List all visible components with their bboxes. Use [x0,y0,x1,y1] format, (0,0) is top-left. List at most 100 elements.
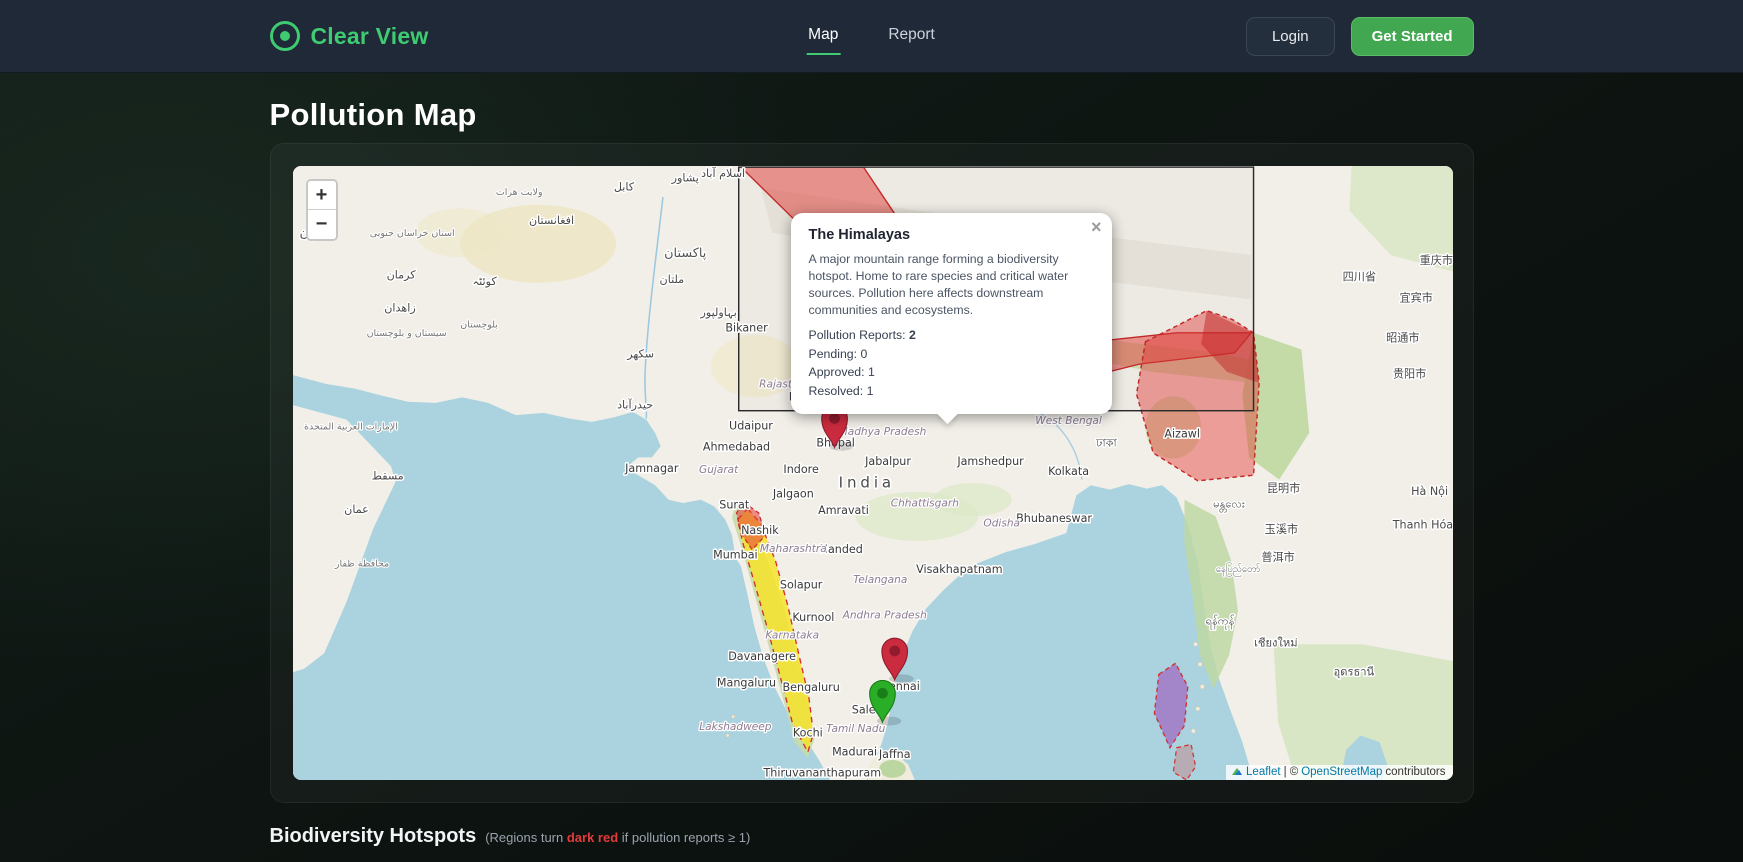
map-label: حیدرآباد [617,397,653,411]
map-label: 普洱市 [1261,550,1294,564]
map-label: Telangana [853,574,907,586]
attribution-suffix: contributors [1385,766,1445,778]
map-label: Kolkata [1048,465,1089,478]
map-label: کابل [613,180,634,193]
map-label: Jamnagar [624,462,679,475]
map-label: ရန်ကုန် [1205,614,1234,629]
map-label: Nashik [741,524,779,537]
zoom-control: + − [306,179,338,241]
map-label: ملتان [659,273,684,286]
brand[interactable]: Clear View [270,21,429,51]
map-label: 宜宾市 [1399,291,1432,305]
map-label: پشاور [670,172,698,185]
map-label: Thanh Hóa [1391,519,1452,532]
map-label: سیستان و بلوچستان [366,328,446,339]
map-label: زاهدان [384,302,415,315]
main-nav: Map Report [806,17,937,55]
map-label: کرمان [386,268,416,281]
map-label: ঢাকা [1095,436,1117,449]
map-label: Karnataka [765,630,819,642]
map-label: Odisha [983,517,1020,529]
map-label: Chhattisgarh [890,497,958,509]
map-label: بلوچستان [460,319,498,330]
map-label: پاکستان [664,246,707,261]
hotspots-section-title: Biodiversity Hotspots [270,825,477,848]
nav-actions: Login Get Started [1246,17,1474,56]
map-popup: × The Himalayas A major mountain range f… [791,213,1112,414]
map-label: 昭通市 [1386,331,1419,345]
osm-link[interactable]: OpenStreetMap [1301,766,1382,778]
map-label: နေပြည်တော် [1215,563,1260,576]
leaflet-logo-icon [1231,768,1243,776]
map-attribution: Leaflet | © OpenStreetMap contributors [1226,765,1452,780]
leaflet-map[interactable]: BikanerKotaUdaipurAhmedabadJamnagarSurat… [293,166,1453,780]
popup-title: The Himalayas [809,227,1094,243]
map-label: اسلام آباد [701,166,745,180]
map-label: 昆明市 [1266,481,1299,495]
map-label: Gujarat [699,464,739,476]
map-label: Jamshedpur [956,455,1024,468]
brand-logo-icon [270,21,300,51]
map-label: Madurai [832,746,877,759]
map-label: อุดรธานี [1333,665,1374,678]
map-label: عمان [344,503,369,516]
attribution-separator: | © [1284,766,1299,778]
popup-close-button[interactable]: × [1091,218,1102,236]
zoom-in-button[interactable]: + [308,181,336,210]
map-label: Jabalpur [864,455,911,468]
map-label: 四川省 [1342,271,1375,284]
map-label: Bengaluru [782,681,839,694]
map-label: Davanagere [728,650,796,663]
map-label: افغانستان [528,214,573,227]
map-label: مسقط [371,470,403,483]
map-label: Solapur [779,579,822,592]
map-label: Lakshadweep [699,721,772,733]
map-label: Jaffna [877,748,910,761]
map-label: India [838,473,894,491]
map-label: Thiruvananthapuram [762,767,881,780]
page-title: Pollution Map [270,97,1474,133]
nav-link-map[interactable]: Map [806,17,840,55]
map-label: Mangaluru [716,677,775,690]
popup-description: A major mountain range forming a biodive… [809,251,1094,319]
map-label: 玉溪市 [1264,522,1297,536]
map-label: မန္တလေး [1213,497,1245,512]
map-label: เชียงใหม่ [1254,637,1297,650]
map-label: Hà Nội [1411,485,1448,498]
popup-reports-count: Pollution Reports: 2 [809,327,1094,343]
map-label: Surat [719,499,750,512]
brand-name: Clear View [311,23,429,50]
map-label: 贵阳市 [1392,366,1425,380]
zoom-out-button[interactable]: − [308,210,336,239]
login-button[interactable]: Login [1246,17,1335,56]
map-label: محافظة ظفار [333,558,388,569]
map-label: سکھر [626,347,654,360]
map-label: Tamil Nadu [826,723,885,735]
map-label: Andhra Pradesh [841,610,926,622]
map-label: Mumbai [713,549,758,562]
map-label: کوئٹہ [472,275,497,288]
map-label: Visakhapatnam [916,563,1002,576]
popup-stats: Pollution Reports: 2 Pending: 0 Approved… [809,327,1094,399]
nav-link-report[interactable]: Report [886,17,937,55]
map-label: Bhubaneswar [1016,512,1092,525]
map-label: Aizawl [1164,427,1200,440]
map-label: بہاولپور [699,306,736,319]
map-label: Madhya Pradesh [838,426,926,438]
popup-pending: Pending: 0 [809,346,1094,362]
map-label: Udaipur [729,420,773,433]
map-label: Indore [783,463,819,476]
map-label: ولایت هرات [495,187,542,198]
map-label: استان خراسان جنوبی [369,228,454,239]
map-label: Ahmedabad [702,441,769,454]
popup-approved: Approved: 1 [809,364,1094,380]
popup-resolved: Resolved: 1 [809,383,1094,399]
map-label: Bikaner [725,322,768,335]
hotspots-section-note: (Regions turn dark red if pollution repo… [485,830,750,845]
map-label: Kochi [792,727,822,740]
map-label: Amravati [818,504,869,517]
map-label: Jalgaon [771,487,813,500]
dark-red-highlight: dark red [567,830,618,845]
get-started-button[interactable]: Get Started [1351,17,1474,56]
leaflet-link[interactable]: Leaflet [1246,766,1281,778]
